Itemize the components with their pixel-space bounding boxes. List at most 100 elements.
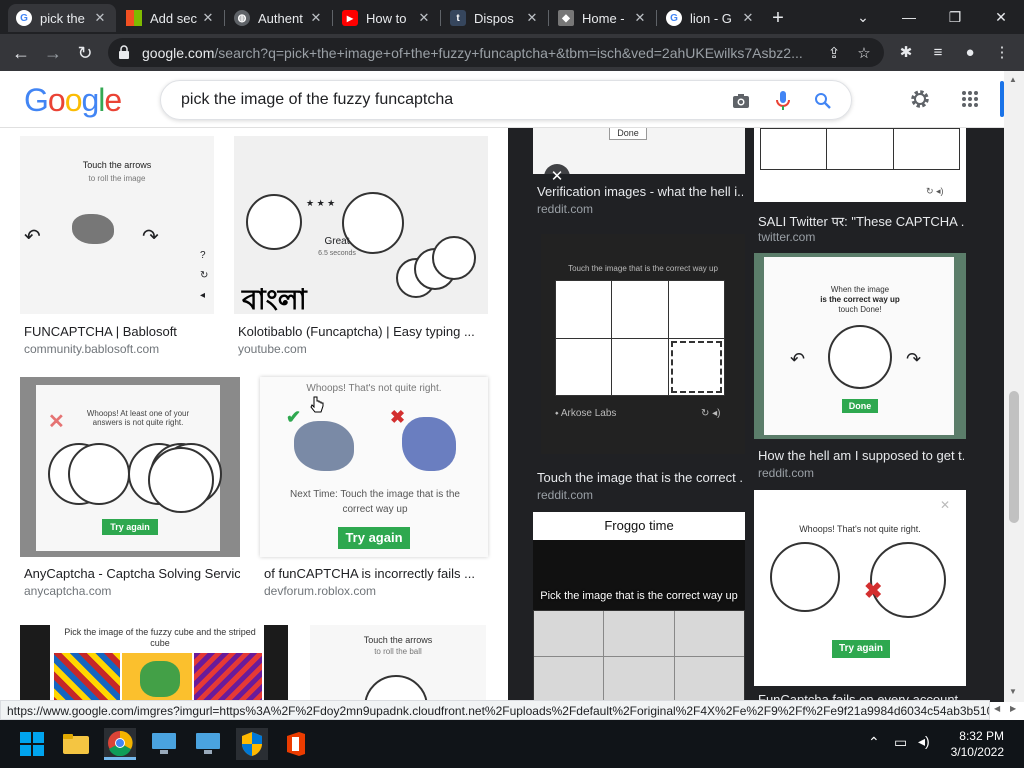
youtube-icon: ▶ xyxy=(342,10,358,26)
reload-button[interactable]: ↻ xyxy=(72,40,98,66)
file-explorer-taskbar[interactable] xyxy=(60,728,92,760)
result-thumbnail[interactable]: Whoops! That's not quite right. ✔ ✖ Next… xyxy=(260,377,488,557)
new-tab-button[interactable]: + xyxy=(764,4,792,32)
network-icon[interactable]: ▭ xyxy=(894,734,907,751)
scrollbar-thumb[interactable] xyxy=(1009,391,1019,523)
tab-add-security[interactable]: Add sec ✕ xyxy=(118,4,224,32)
result-title[interactable]: SALI Twitter पर: "These CAPTCHA ... xyxy=(758,212,964,230)
back-button[interactable]: ← xyxy=(8,40,34,66)
scroll-down-arrow-icon[interactable]: ▼ xyxy=(1009,687,1017,696)
result-thumbnail[interactable]: When the image is the correct way up tou… xyxy=(754,253,966,439)
restore-button[interactable]: ❐ xyxy=(932,0,978,34)
froggo-caption: Froggo time xyxy=(533,512,745,540)
menu-icon[interactable]: ⋮ xyxy=(990,40,1014,64)
bookmark-star-icon[interactable]: ☆ xyxy=(852,41,876,65)
image-results-left: Touch the arrows to roll the image ↶ ↷ ?… xyxy=(0,128,508,702)
result-thumbnail[interactable]: Pick the image of the fuzzy cube and the… xyxy=(20,625,288,702)
chrome-taskbar[interactable] xyxy=(104,728,136,760)
result-source[interactable]: anycaptcha.com xyxy=(24,584,111,598)
tab-lion[interactable]: G lion - G ✕ xyxy=(658,4,764,32)
search-box xyxy=(160,80,852,120)
tab-disposable[interactable]: t Dispos ✕ xyxy=(442,4,548,32)
result-source[interactable]: twitter.com xyxy=(758,230,815,244)
result-title[interactable]: Verification images - what the hell i... xyxy=(537,184,743,199)
arkose-labs-brand: ⬩ Arkose Labs xyxy=(555,408,617,419)
tab-separator xyxy=(332,10,333,26)
media-control-icon[interactable]: ≡ xyxy=(926,40,950,64)
tray-chevron-up-icon[interactable]: ⌃ xyxy=(868,734,880,751)
start-button[interactable] xyxy=(16,728,48,760)
close-window-button[interactable]: ✕ xyxy=(978,0,1024,34)
result-source[interactable]: reddit.com xyxy=(537,202,593,216)
close-icon[interactable]: ✕ xyxy=(632,10,648,26)
result-title[interactable]: of funCAPTCHA is incorrectly fails ... xyxy=(264,566,484,581)
security-shield-taskbar[interactable] xyxy=(236,728,268,760)
address-bar[interactable]: google.com/search?q=pick+the+image+of+th… xyxy=(108,38,884,67)
remote-desktop-taskbar[interactable] xyxy=(148,728,180,760)
close-icon[interactable]: ✕ xyxy=(200,10,216,26)
remote-desktop-taskbar-2[interactable] xyxy=(192,728,224,760)
url-domain: google.com xyxy=(142,45,215,61)
profile-icon[interactable]: ● xyxy=(958,40,982,64)
close-icon[interactable]: ✕ xyxy=(416,10,432,26)
globe-icon: ◍ xyxy=(234,10,250,26)
result-thumbnail[interactable]: Touch the arrows to roll the ball xyxy=(310,625,486,702)
scroll-right-arrow-icon[interactable]: ▶ xyxy=(1010,704,1016,713)
result-title[interactable]: Touch the image that is the correct ... xyxy=(537,470,743,485)
captcha-grid xyxy=(555,280,725,396)
result-title[interactable]: How the hell am I supposed to get t... xyxy=(758,448,964,463)
scroll-up-arrow-icon[interactable]: ▲ xyxy=(1009,75,1017,84)
try-again-button: Try again xyxy=(102,519,158,535)
result-thumbnail[interactable]: Touch the image that is the correct way … xyxy=(541,234,745,454)
scroll-left-arrow-icon[interactable]: ◀ xyxy=(994,704,1000,713)
microphone-icon[interactable] xyxy=(771,89,795,113)
forward-button[interactable]: → xyxy=(40,40,66,66)
plus-icon: + xyxy=(772,6,784,29)
reload-icon: ↻ xyxy=(77,42,93,63)
result-thumbnail[interactable]: ★ ★ ★ Great 6.5 seconds বাংলা xyxy=(234,136,488,314)
thumbnail-caption: Next Time: Touch the image that is the c… xyxy=(290,489,460,515)
close-icon[interactable]: ✕ xyxy=(740,10,756,26)
result-thumbnail[interactable]: ↻ ◂) xyxy=(754,128,966,202)
search-input[interactable] xyxy=(181,91,701,109)
settings-gear-icon[interactable] xyxy=(908,87,932,111)
tab-authenticator[interactable]: ◍ Authent ✕ xyxy=(226,4,332,32)
volume-icon[interactable]: ◂) xyxy=(918,733,930,750)
share-icon[interactable]: ⇪ xyxy=(822,41,846,65)
result-source[interactable]: youtube.com xyxy=(238,342,307,356)
thumbnail-caption: Touch the image that is the correct way … xyxy=(568,264,718,273)
extensions-icon[interactable]: ✱ xyxy=(894,40,918,64)
tab-separator xyxy=(440,10,441,26)
result-source[interactable]: reddit.com xyxy=(758,466,814,480)
tab-pick-the-image[interactable]: G pick the ✕ xyxy=(8,4,116,32)
result-title[interactable]: Kolotibablo (Funcaptcha) | Easy typing .… xyxy=(238,324,478,339)
result-title[interactable]: FUNCAPTCHA | Bablosoft xyxy=(24,324,214,339)
result-thumbnail[interactable]: ✕ Whoops! That's not quite right. ✖ Try … xyxy=(754,490,966,686)
minimize-button[interactable]: — xyxy=(886,0,932,34)
result-thumbnail[interactable]: ✕ Whoops! At least one of your answers i… xyxy=(20,377,240,557)
close-icon[interactable]: ✕ xyxy=(308,10,324,26)
office-taskbar[interactable] xyxy=(280,728,312,760)
result-source[interactable]: devforum.roblox.com xyxy=(264,584,376,598)
system-clock[interactable]: 8:32 PM 3/10/2022 xyxy=(951,728,1004,760)
rotate-left-arrow-icon: ↶ xyxy=(24,226,41,248)
result-title[interactable]: AnyCaptcha - Captcha Solving Service xyxy=(24,566,240,581)
tab-how-to[interactable]: ▶ How to ✕ xyxy=(334,4,440,32)
chrome-icon xyxy=(108,730,133,756)
captcha-circle xyxy=(770,542,840,612)
tab-home[interactable]: ◆ Home - ✕ xyxy=(550,4,656,32)
close-icon[interactable]: ✕ xyxy=(524,10,540,26)
google-logo[interactable]: Google xyxy=(24,82,122,119)
search-icon[interactable] xyxy=(811,89,835,113)
tab-search-button[interactable]: ⌄ xyxy=(840,0,886,34)
result-thumbnail[interactable]: Touch the arrows to roll the image ↶ ↷ ?… xyxy=(20,136,214,314)
close-icon[interactable]: ✕ xyxy=(92,10,108,26)
thumbnail-caption: Pick the image of the fuzzy cube and the… xyxy=(64,627,256,648)
url-text[interactable]: google.com/search?q=pick+the+image+of+th… xyxy=(142,45,822,61)
result-source[interactable]: community.bablosoft.com xyxy=(24,342,159,356)
camera-icon[interactable] xyxy=(729,89,753,113)
result-source[interactable]: reddit.com xyxy=(537,488,593,502)
result-thumbnail[interactable]: Froggo time Pick the image that is the c… xyxy=(533,512,745,702)
apps-grid-icon[interactable] xyxy=(958,87,982,111)
page-scrollbar[interactable]: ▲ ▼ xyxy=(1004,71,1024,702)
